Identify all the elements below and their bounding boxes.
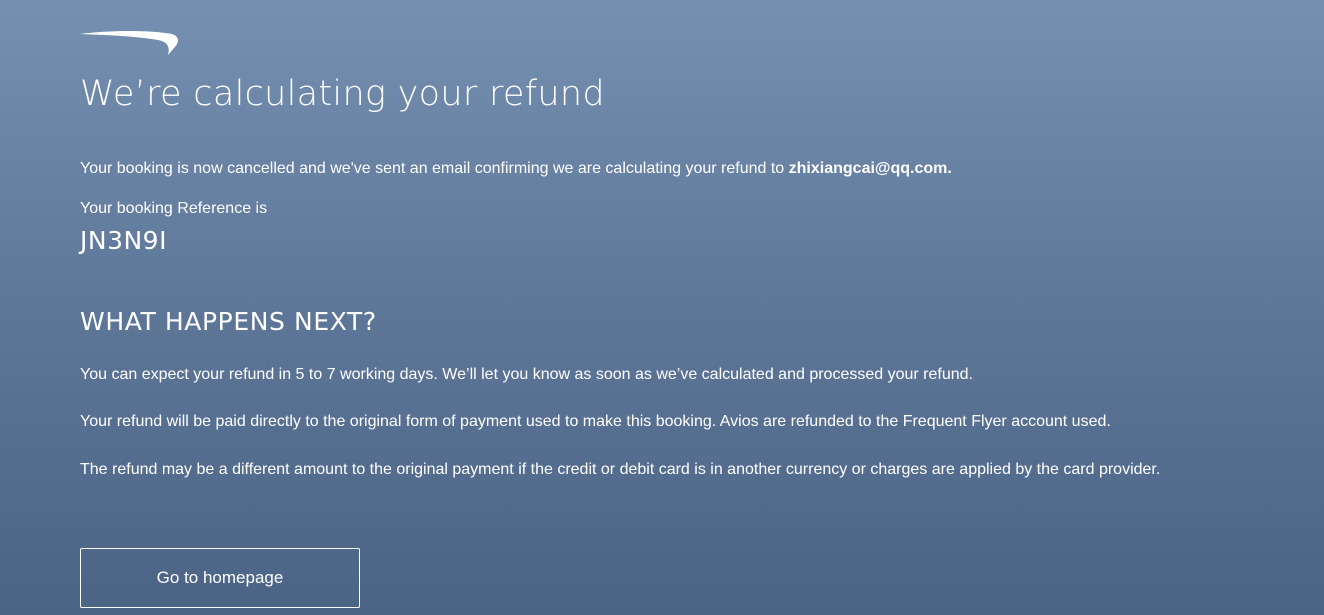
next-steps-heading: WHAT HAPPENS NEXT?	[80, 307, 377, 336]
page-title: We’re calculating your refund	[80, 74, 605, 114]
speedmarque-logo-icon	[80, 30, 180, 56]
confirmation-email: zhixiangcai@qq.com.	[788, 160, 952, 177]
next-steps-paragraph: The refund may be a different amount to …	[80, 461, 1161, 478]
booking-reference-label: Your booking Reference is	[80, 200, 268, 217]
go-to-homepage-button[interactable]: Go to homepage	[80, 548, 360, 608]
booking-reference-code: JN3N9I	[80, 226, 167, 255]
next-steps-paragraph: You can expect your refund in 5 to 7 wor…	[80, 366, 973, 383]
next-steps-paragraph: Your refund will be paid directly to the…	[80, 413, 1111, 430]
confirmation-text: Your booking is now cancelled and we've …	[80, 160, 789, 177]
refund-page: We’re calculating your refund Your booki…	[80, 0, 1310, 615]
cancellation-confirmation: Your booking is now cancelled and we've …	[80, 160, 952, 178]
